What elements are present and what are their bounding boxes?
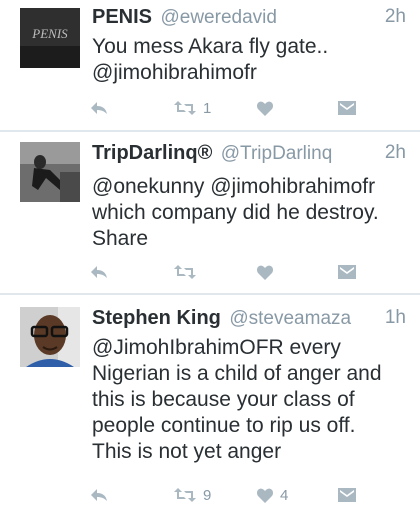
direct-message-button[interactable]: [338, 483, 356, 507]
tweet-text-line: Share: [92, 227, 149, 250]
reply-button[interactable]: [90, 96, 108, 120]
tweet-text-line: You mess Akara fly gate..: [92, 35, 329, 58]
favorite-count: 4: [280, 486, 289, 504]
tweet-text-line: which company did he destroy.: [92, 201, 379, 224]
reply-arrow-icon: [91, 489, 107, 501]
tweet-text-line: Nigerian is a child of anger and: [92, 362, 382, 385]
tweet-text-line[interactable]: @onekunny @jimohibrahimofr: [92, 174, 410, 200]
username[interactable]: @TripDarlinq: [221, 143, 333, 164]
direct-message-button[interactable]: [338, 260, 356, 284]
username[interactable]: @steveamaza: [229, 308, 351, 329]
tweet-item[interactable]: TripDarlinq® @TripDarlinq 2h @onekunny @…: [0, 132, 420, 295]
reply-arrow-icon: [91, 266, 107, 278]
direct-message-icon: [338, 265, 356, 279]
svg-text:PENIS: PENIS: [31, 26, 68, 41]
display-name[interactable]: Stephen King: [92, 307, 221, 329]
tweet-text: @onekunny @jimohibrahimofr which company…: [92, 174, 410, 252]
retweet-button[interactable]: [174, 260, 203, 284]
avatar[interactable]: [20, 307, 80, 367]
timestamp: 1h: [384, 307, 406, 328]
favorite-button[interactable]: 4: [257, 483, 288, 507]
retweet-icon: [174, 101, 196, 115]
avatar[interactable]: [20, 142, 80, 202]
retweet-count: 9: [203, 486, 212, 504]
retweet-icon: [174, 488, 196, 502]
timestamp: 2h: [384, 6, 406, 27]
tweet-header: PENIS @eweredavid 2h: [92, 6, 406, 32]
tweet-text: @JimohIbrahimOFR every Nigerian is a chi…: [92, 335, 410, 465]
direct-message-icon: [338, 101, 356, 115]
tweet-text-line: this is because your class of: [92, 388, 355, 411]
tweet-text: You mess Akara fly gate.. @jimohibrahimo…: [92, 34, 410, 86]
retweet-button[interactable]: 9: [174, 483, 211, 507]
heart-icon: [257, 101, 273, 116]
tweet-header: TripDarlinq® @TripDarlinq 2h: [92, 142, 406, 168]
tweet-header: Stephen King @steveamaza 1h: [92, 307, 406, 333]
tweet-text-line: This is not yet anger: [92, 440, 282, 463]
tweet-actions: 1: [0, 96, 420, 120]
favorite-button[interactable]: [257, 260, 280, 284]
avatar[interactable]: PENIS: [20, 8, 80, 68]
reply-button[interactable]: [90, 260, 108, 284]
display-name[interactable]: TripDarlinq®: [92, 142, 212, 164]
heart-icon: [257, 265, 273, 280]
retweet-count: 1: [203, 99, 212, 117]
tweet-text-line: people continue to rip us off.: [92, 414, 356, 437]
tweet-item[interactable]: PENIS PENIS @eweredavid 2h You mess Akar…: [0, 0, 420, 132]
heart-icon: [257, 488, 273, 503]
tweet-text-line[interactable]: @JimohIbrahimOFR every: [92, 335, 410, 361]
reply-arrow-icon: [91, 102, 107, 114]
retweet-button[interactable]: 1: [174, 96, 211, 120]
mention-link[interactable]: @jimohibrahimofr: [92, 60, 410, 86]
tweet-actions: 9 4: [0, 483, 420, 507]
tweet-item[interactable]: Stephen King @steveamaza 1h @JimohIbrahi…: [0, 295, 420, 517]
retweet-icon: [174, 265, 196, 279]
direct-message-button[interactable]: [338, 96, 356, 120]
timestamp: 2h: [384, 142, 406, 163]
reply-button[interactable]: [90, 483, 108, 507]
display-name[interactable]: PENIS: [92, 6, 152, 28]
tweet-actions: [0, 260, 420, 284]
username[interactable]: @eweredavid: [160, 7, 276, 28]
direct-message-icon: [338, 488, 356, 502]
favorite-button[interactable]: [257, 96, 280, 120]
